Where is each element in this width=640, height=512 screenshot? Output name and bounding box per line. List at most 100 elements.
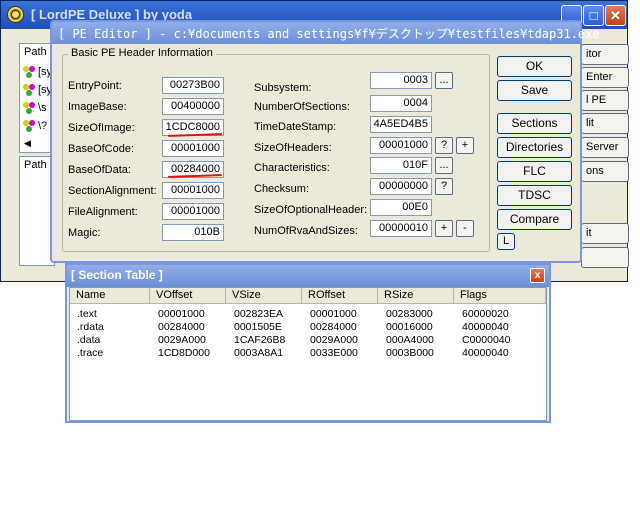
section-voffset: 00284000 [158,321,205,333]
section-roffset: 0029A000 [310,334,358,346]
directories-button[interactable]: Directories [497,137,572,158]
field-label: EntryPoint: [68,80,122,92]
process-item[interactable]: \? [38,120,47,132]
section-roffset: 0033E000 [310,347,358,359]
field-label: TimeDateStamp: [254,121,337,133]
section-table-window: [ Section Table ] x Name VOffset VSize R… [65,263,551,423]
lordpe-app-icon [7,6,24,23]
timedatestamp-field[interactable]: 4A5ED4B5 [370,116,432,133]
pe-editor-titlebar[interactable]: [ PE Editor ] - c:¥documents and setting… [52,22,600,44]
field-label: SizeOfImage: [68,122,135,134]
lordpe-button[interactable]: Enter [581,67,629,88]
section-flags: 40000040 [462,321,509,333]
lordpe-button[interactable]: ons [581,161,629,182]
field-label: Characteristics: [254,162,330,174]
numofrvaandsizes-field[interactable]: 00000010 [370,220,432,237]
field-label: FileAlignment: [68,206,138,218]
column-header[interactable]: RSize [378,288,454,304]
process-item[interactable]: \s [38,102,47,114]
sections-button[interactable]: Sections [497,113,572,134]
field-label: BaseOfData: [68,164,131,176]
compare-button[interactable]: Compare [497,209,572,230]
process-icon [23,84,35,96]
entrypoint-field[interactable]: 00273B00 [162,77,224,94]
field-label: SectionAlignment: [68,185,157,197]
field-label: SizeOfOptionalHeader: [254,204,368,216]
lordpe-button[interactable] [581,247,629,268]
sizeofoptionalheader-field[interactable]: 00E0 [370,199,432,216]
process-icon [23,120,35,132]
field-label: ImageBase: [68,101,127,113]
section-vsize: 002823EA [234,308,284,320]
field-label: SizeOfHeaders: [254,142,332,154]
path-header: Path [24,159,47,171]
section-flags: 40000040 [462,347,509,359]
field-label: BaseOfCode: [68,143,135,155]
section-name: .rdata [77,321,104,333]
lordpe-button[interactable]: itor [581,44,629,65]
section-rsize: 00283000 [386,308,433,320]
section-roffset: 00284000 [310,321,357,333]
scroll-left-icon[interactable]: ◀ [24,138,31,149]
pe-editor-window: [ PE Editor ] - c:¥documents and setting… [50,20,600,263]
rva-plus-button[interactable]: + [435,220,453,237]
close-icon[interactable]: x [530,268,545,283]
section-vsize: 0003A8A1 [234,347,284,359]
pe-editor-title: [ PE Editor ] - c:¥documents and setting… [58,27,600,41]
baseofcode-field[interactable]: 00001000 [162,140,224,157]
section-table-titlebar[interactable]: [ Section Table ] x [67,265,549,287]
section-flags: 60000020 [462,308,509,320]
column-header[interactable]: VSize [226,288,302,304]
lordpe-button[interactable]: lit [581,113,629,134]
ok-button[interactable]: OK [497,56,572,77]
section-roffset: 00001000 [310,308,357,320]
numberofsections-field[interactable]: 0004 [370,95,432,112]
checksum-help-button[interactable]: ? [435,178,453,195]
maximize-icon[interactable]: □ [583,5,604,26]
characteristics-field[interactable]: 010F [370,157,432,174]
sectionalignment-field[interactable]: 00001000 [162,182,224,199]
process-icon [23,66,35,78]
column-header[interactable]: VOffset [150,288,226,304]
magic-field[interactable]: 010B [162,224,224,241]
sizeofheaders-plus-button[interactable]: + [456,137,474,154]
field-label: Checksum: [254,183,310,195]
flc-button[interactable]: FLC [497,161,572,182]
section-flags: C0000040 [462,334,511,346]
section-rsize: 0003B000 [386,347,434,359]
section-rsize: 000A4000 [386,334,434,346]
field-label: Magic: [68,227,101,239]
section-voffset: 00001000 [158,308,205,320]
sizeofheaders-field[interactable]: 00001000 [370,137,432,154]
field-label: NumberOfSections: [254,101,350,113]
section-voffset: 1CD8D000 [158,347,210,359]
rva-minus-button[interactable]: - [456,220,474,237]
filealignment-field[interactable]: 00001000 [162,203,224,220]
column-header[interactable]: Flags [454,288,546,304]
sizeofheaders-help-button[interactable]: ? [435,137,453,154]
field-label: NumOfRvaAndSizes: [254,225,358,237]
column-header[interactable]: Name [70,288,150,304]
section-vsize: 1CAF26B8 [234,334,286,346]
section-vsize: 0001505E [234,321,282,333]
subsystem-field[interactable]: 0003 [370,72,432,89]
column-header[interactable]: ROffset [302,288,378,304]
lordpe-button[interactable]: it [581,223,629,244]
section-name: .text [77,308,97,320]
subsystem-browse-button[interactable]: ... [435,72,453,89]
checksum-field[interactable]: 00000000 [370,178,432,195]
group-label: Basic PE Header Information [68,47,216,59]
l-button[interactable]: L [497,233,515,250]
imagebase-field[interactable]: 00400000 [162,98,224,115]
lordpe-button[interactable]: Server [581,137,629,158]
section-name: .data [77,334,101,346]
characteristics-browse-button[interactable]: ... [435,157,453,174]
section-table-title: [ Section Table ] [71,268,163,282]
section-voffset: 0029A000 [158,334,206,346]
section-list[interactable]: Name VOffset VSize ROffset RSize Flags .… [69,287,547,421]
tdsc-button[interactable]: TDSC [497,185,572,206]
save-button[interactable]: Save [497,80,572,101]
close-icon[interactable]: ✕ [605,5,626,26]
process-icon [23,102,35,114]
lordpe-button[interactable]: l PE [581,90,629,111]
